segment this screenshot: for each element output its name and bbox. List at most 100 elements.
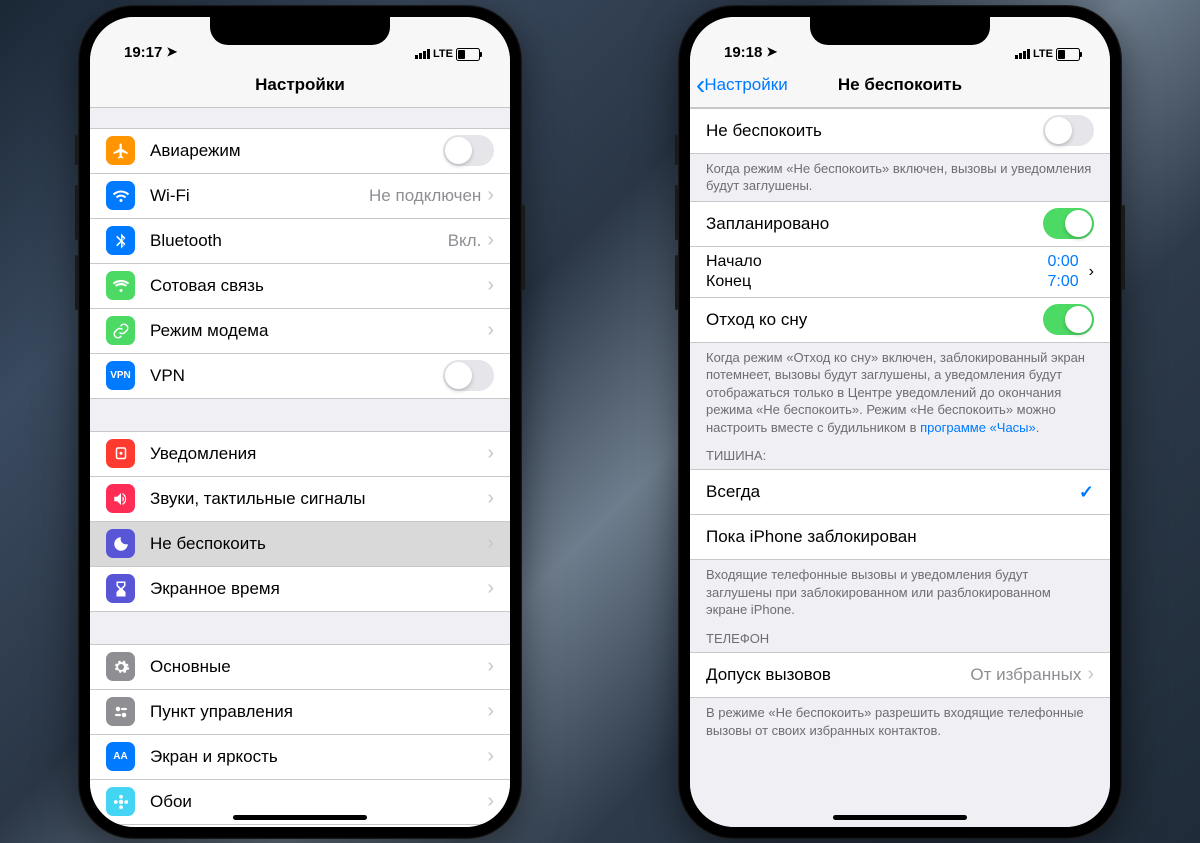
net-label: LTE — [1033, 48, 1053, 60]
row-label: Экранное время — [150, 579, 487, 599]
to-time: 7:00 — [1048, 273, 1079, 291]
home-indicator[interactable] — [233, 815, 367, 820]
dnd-toggle-row[interactable]: Не беспокоить — [690, 108, 1110, 154]
chevron-right-icon: › — [487, 184, 494, 207]
row-detail: Вкл. — [448, 231, 482, 251]
chevron-right-icon: › — [1089, 263, 1094, 281]
row-label: Допуск вызовов — [706, 665, 970, 685]
row-label: Режим модема — [150, 321, 487, 341]
status-right: LTE — [415, 48, 486, 61]
wifi-icon — [106, 181, 135, 210]
hourglass-icon — [106, 574, 135, 603]
status-right: LTE — [1015, 48, 1086, 61]
settings-row-screentime[interactable]: Экранное время› — [90, 567, 510, 612]
settings-row-control-center[interactable]: Пункт управления› — [90, 690, 510, 735]
settings-list[interactable]: АвиарежимWi-FiНе подключен›BluetoothВкл.… — [90, 108, 510, 827]
chevron-right-icon: › — [487, 745, 494, 768]
speaker-icon — [106, 484, 135, 513]
settings-row-general[interactable]: Основные› — [90, 644, 510, 690]
bedtime-description: Когда режим «Отход ко сну» включен, забл… — [690, 343, 1110, 443]
row-detail: Не подключен — [369, 186, 481, 206]
settings-row-cellular[interactable]: Сотовая связь› — [90, 264, 510, 309]
notch — [210, 17, 390, 45]
check-icon: ✓ — [1079, 482, 1094, 503]
back-label: Настройки — [704, 75, 787, 95]
bedtime-switch[interactable] — [1043, 304, 1094, 335]
flower-icon — [106, 787, 135, 816]
chevron-right-icon: › — [487, 319, 494, 342]
clock-app-link[interactable]: программе «Часы» — [920, 420, 1036, 435]
chevron-right-icon: › — [487, 229, 494, 252]
phone-header: ТЕЛЕФОН — [690, 625, 1110, 652]
bedtime-row[interactable]: Отход ко сну — [690, 298, 1110, 343]
scheduled-switch[interactable] — [1043, 208, 1094, 239]
while-locked-row[interactable]: Пока iPhone заблокирован — [690, 515, 1110, 560]
row-label: Пункт управления — [150, 702, 487, 722]
chevron-right-icon: › — [487, 655, 494, 678]
page-title: Настройки — [255, 75, 345, 95]
always-row[interactable]: Всегда ✓ — [690, 469, 1110, 515]
from-label: Начало — [706, 253, 762, 271]
chevron-right-icon: › — [487, 442, 494, 465]
moon-icon — [106, 529, 135, 558]
dnd-switch[interactable] — [1043, 115, 1094, 146]
row-label: Звуки, тактильные сигналы — [150, 489, 487, 509]
settings-row-siri[interactable]: Siri и Поиск› — [90, 825, 510, 827]
silence-header: ТИШИНА: — [690, 442, 1110, 469]
signal-icon — [415, 49, 430, 59]
link-icon — [106, 316, 135, 345]
dnd-settings[interactable]: Не беспокоить Когда режим «Не беспокоить… — [690, 108, 1110, 827]
time-range-row[interactable]: Начало 0:00 Конец 7:00 › — [690, 247, 1110, 298]
row-label: VPN — [150, 366, 443, 386]
vpn-switch[interactable] — [443, 360, 494, 391]
home-indicator[interactable] — [833, 815, 967, 820]
row-label: Всегда — [706, 482, 1079, 502]
row-label: Wi-Fi — [150, 186, 369, 206]
settings-row-dnd[interactable]: Не беспокоить› — [90, 522, 510, 567]
nav-header: Настройки — [90, 63, 510, 108]
bell-icon — [106, 439, 135, 468]
settings-row-notifications[interactable]: Уведомления› — [90, 431, 510, 477]
settings-row-sounds[interactable]: Звуки, тактильные сигналы› — [90, 477, 510, 522]
airplane-icon — [106, 136, 135, 165]
gear-icon — [106, 652, 135, 681]
silence-description: Входящие телефонные вызовы и уведомления… — [690, 560, 1110, 625]
row-label: Не беспокоить — [706, 121, 1043, 141]
row-label: Обои — [150, 792, 487, 812]
settings-row-vpn[interactable]: VPNVPN — [90, 354, 510, 399]
switches-icon — [106, 697, 135, 726]
from-time: 0:00 — [1048, 253, 1079, 271]
signal-icon — [1015, 49, 1030, 59]
notch — [810, 17, 990, 45]
AA-icon: AA — [106, 742, 135, 771]
to-label: Конец — [706, 273, 751, 291]
phone-description: В режиме «Не беспокоить» разрешить входя… — [690, 698, 1110, 745]
settings-row-display[interactable]: AA Экран и яркость› — [90, 735, 510, 780]
location-icon: ➤ — [766, 44, 777, 60]
row-label: Экран и яркость — [150, 747, 487, 767]
settings-row-airplane-mode[interactable]: Авиарежим — [90, 128, 510, 174]
location-icon: ➤ — [166, 44, 177, 60]
chevron-right-icon: › — [487, 274, 494, 297]
nav-header: ‹Настройки Не беспокоить — [690, 63, 1110, 108]
settings-row-hotspot[interactable]: Режим модема› — [90, 309, 510, 354]
back-button[interactable]: ‹Настройки — [696, 71, 788, 99]
row-label: Авиарежим — [150, 141, 443, 161]
row-label: Отход ко сну — [706, 310, 1043, 330]
row-label: Уведомления — [150, 444, 487, 464]
status-time: 19:18 — [724, 44, 762, 61]
scheduled-row[interactable]: Запланировано — [690, 201, 1110, 247]
airplane-mode-switch[interactable] — [443, 135, 494, 166]
allow-calls-row[interactable]: Допуск вызовов От избранных › — [690, 652, 1110, 698]
battery-icon — [1056, 48, 1080, 61]
row-label: Пока iPhone заблокирован — [706, 527, 1094, 547]
chevron-right-icon: › — [487, 700, 494, 723]
row-label: Не беспокоить — [150, 534, 487, 554]
phone-left: 19:17➤ LTE Настройки Авиарежим Wi-FiНе по… — [78, 5, 522, 839]
settings-row-bluetooth[interactable]: BluetoothВкл.› — [90, 219, 510, 264]
status-time: 19:17 — [124, 44, 162, 61]
chevron-right-icon: › — [487, 790, 494, 813]
chevron-right-icon: › — [487, 577, 494, 600]
row-label: Запланировано — [706, 214, 1043, 234]
settings-row-wifi[interactable]: Wi-FiНе подключен › — [90, 174, 510, 219]
